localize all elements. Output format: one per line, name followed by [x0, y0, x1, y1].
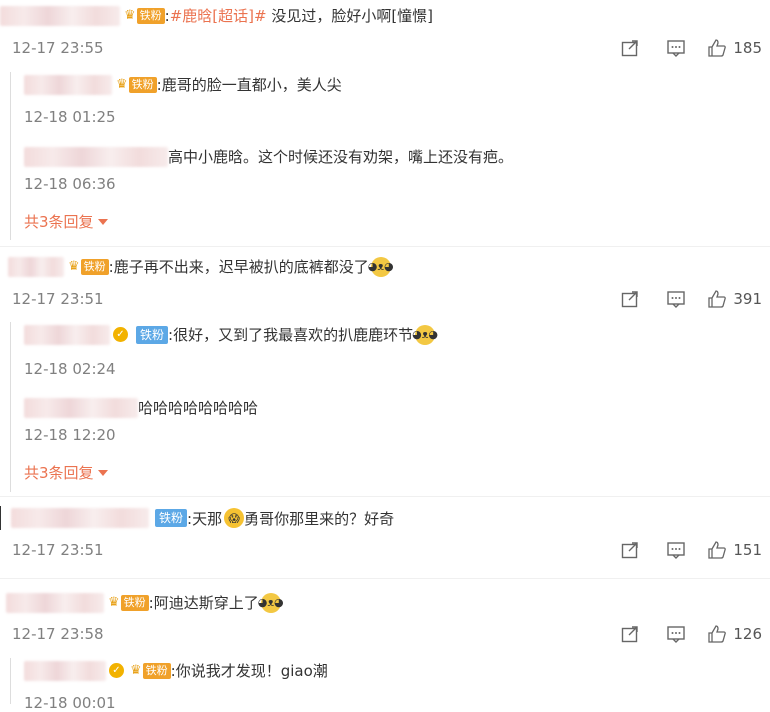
username-blurred[interactable] — [8, 256, 64, 277]
comment-header: ♛ 铁粉 :阿迪达斯穿上了 ◕ᴥ◕ — [6, 592, 284, 613]
crown-icon: ♛ — [130, 663, 142, 678]
comment-time: 12-17 23:58 — [12, 625, 104, 643]
reply-header: ✓ ♛ 铁粉 :你说我才发现！giao潮 — [24, 660, 328, 681]
reply-text: :很好，又到了我最喜欢的扒鹿鹿环节 — [168, 326, 414, 344]
reply-time: 12-18 06:36 — [24, 175, 116, 193]
like-button[interactable]: 126 — [699, 624, 762, 644]
doge-emoji-icon: ◕ᴥ◕ — [258, 592, 284, 613]
comment-text: :鹿子再不出来，迟早被扒的底裤都没了 — [108, 258, 369, 276]
fan-badge: 铁粉 — [136, 7, 165, 24]
reply-text: 哈哈哈哈哈哈哈哈 — [138, 399, 259, 417]
comment-time: 12-17 23:55 — [12, 39, 104, 57]
comment-icon[interactable] — [653, 38, 699, 58]
shocked-emoji-icon: 😱 — [224, 508, 245, 528]
username-blurred[interactable] — [0, 5, 120, 26]
comment-actions: 126 — [607, 624, 762, 644]
username-blurred[interactable] — [6, 592, 104, 613]
crown-badge: ♛ 铁粉 — [108, 594, 149, 611]
crown-icon: ♛ — [116, 77, 128, 92]
crown-badge: ♛ 铁粉 — [116, 76, 157, 93]
crown-badge: ♛ 铁粉 — [130, 662, 171, 679]
share-icon[interactable] — [607, 624, 653, 644]
reply-header: 高中小鹿晗。这个时候还没有劝架，嘴上还没有疤。 — [24, 146, 513, 167]
chevron-down-icon — [97, 469, 108, 476]
reply-thread-line — [10, 658, 11, 704]
comment-actions: 151 — [607, 540, 762, 560]
like-count: 126 — [733, 625, 762, 643]
reply-text: 高中小鹿晗。这个时候还没有劝架，嘴上还没有疤。 — [168, 148, 514, 166]
comment-text: :阿迪达斯穿上了 — [148, 594, 259, 612]
username-blurred[interactable] — [24, 74, 112, 95]
verified-icon: ✓ — [113, 327, 128, 342]
reply-time: 12-18 02:24 — [24, 360, 116, 378]
reply-header: ✓ 铁粉 :很好，又到了我最喜欢的扒鹿鹿环节 ◕ᴥ◕ — [24, 324, 438, 345]
thumbs-up-icon — [708, 290, 727, 308]
comment-actions: 391 — [607, 289, 762, 309]
verified-icon: ✓ — [109, 663, 124, 678]
more-replies-link[interactable]: 共3条回复 — [24, 462, 108, 483]
share-icon[interactable] — [607, 38, 653, 58]
like-count: 151 — [733, 541, 762, 559]
username-blurred[interactable] — [11, 508, 149, 528]
reply-header: ♛ 铁粉 :鹿哥的脸一直都小，美人尖 — [24, 74, 342, 95]
crown-icon: ♛ — [108, 595, 120, 610]
thumbs-up-icon — [708, 541, 727, 559]
reply-header: 哈哈哈哈哈哈哈哈 — [24, 397, 258, 418]
chevron-down-icon — [97, 218, 108, 225]
comment-icon[interactable] — [653, 540, 699, 560]
reply-thread-line — [10, 322, 11, 492]
comment-header: ♛ 铁粉 :鹿子再不出来，迟早被扒的底裤都没了 ◕ᴥ◕ — [8, 256, 394, 277]
doge-emoji-icon: ◕ᴥ◕ — [368, 256, 394, 277]
comment-time: 12-17 23:51 — [12, 541, 104, 559]
like-button[interactable]: 391 — [699, 289, 762, 309]
username-blurred[interactable] — [24, 660, 106, 681]
comment-time: 12-17 23:51 — [12, 290, 104, 308]
more-replies-link[interactable]: 共3条回复 — [24, 211, 108, 232]
like-button[interactable]: 151 — [699, 540, 762, 560]
divider — [0, 246, 770, 247]
fan-badge: 铁粉 — [136, 325, 169, 344]
reply-time: 12-18 12:20 — [24, 426, 116, 444]
reply-time: 12-18 01:25 — [24, 108, 116, 126]
cursor-marker — [0, 506, 1, 530]
doge-emoji-icon: ◕ᴥ◕ — [412, 324, 438, 345]
comment-header: 铁粉 :天那 😱 勇哥你那里来的？好奇 — [0, 506, 394, 530]
fan-badge: 铁粉 — [80, 258, 109, 275]
username-blurred[interactable] — [24, 397, 138, 418]
like-count: 185 — [733, 39, 762, 57]
crown-badge: ♛ 铁粉 — [124, 7, 165, 24]
comment-header: ♛ 铁粉 :#鹿晗[超话]# 没见过，脸好小啊[憧憬] — [0, 5, 433, 26]
share-icon[interactable] — [607, 289, 653, 309]
comment-text: :#鹿晗[超话]# 没见过，脸好小啊[憧憬] — [164, 7, 434, 25]
fan-badge: 铁粉 — [128, 76, 157, 93]
reply-time: 12-18 00:01 — [24, 694, 116, 712]
comment-icon[interactable] — [653, 289, 699, 309]
username-blurred[interactable] — [24, 324, 110, 345]
divider — [0, 578, 770, 579]
comment-text: :天那 — [187, 509, 223, 528]
reply-text: :你说我才发现！giao潮 — [170, 662, 328, 680]
comment-icon[interactable] — [653, 624, 699, 644]
crown-badge: ♛ 铁粉 — [68, 258, 109, 275]
fan-badge: 铁粉 — [142, 662, 171, 679]
like-count: 391 — [733, 290, 762, 308]
thumbs-up-icon — [708, 39, 727, 57]
reply-text: :鹿哥的脸一直都小，美人尖 — [156, 76, 342, 94]
fan-badge: 铁粉 — [120, 594, 149, 611]
divider — [0, 496, 770, 497]
like-button[interactable]: 185 — [699, 38, 762, 58]
comment-actions: 185 — [607, 38, 762, 58]
fan-badge: 铁粉 — [155, 509, 188, 527]
thumbs-up-icon — [708, 625, 727, 643]
reply-thread-line — [10, 72, 11, 240]
comment-text-cont: 勇哥你那里来的？好奇 — [244, 509, 395, 528]
crown-icon: ♛ — [68, 259, 80, 274]
crown-icon: ♛ — [124, 8, 136, 23]
topic-link[interactable]: #鹿晗[超话]# — [170, 7, 267, 25]
share-icon[interactable] — [607, 540, 653, 560]
username-blurred[interactable] — [24, 146, 168, 167]
